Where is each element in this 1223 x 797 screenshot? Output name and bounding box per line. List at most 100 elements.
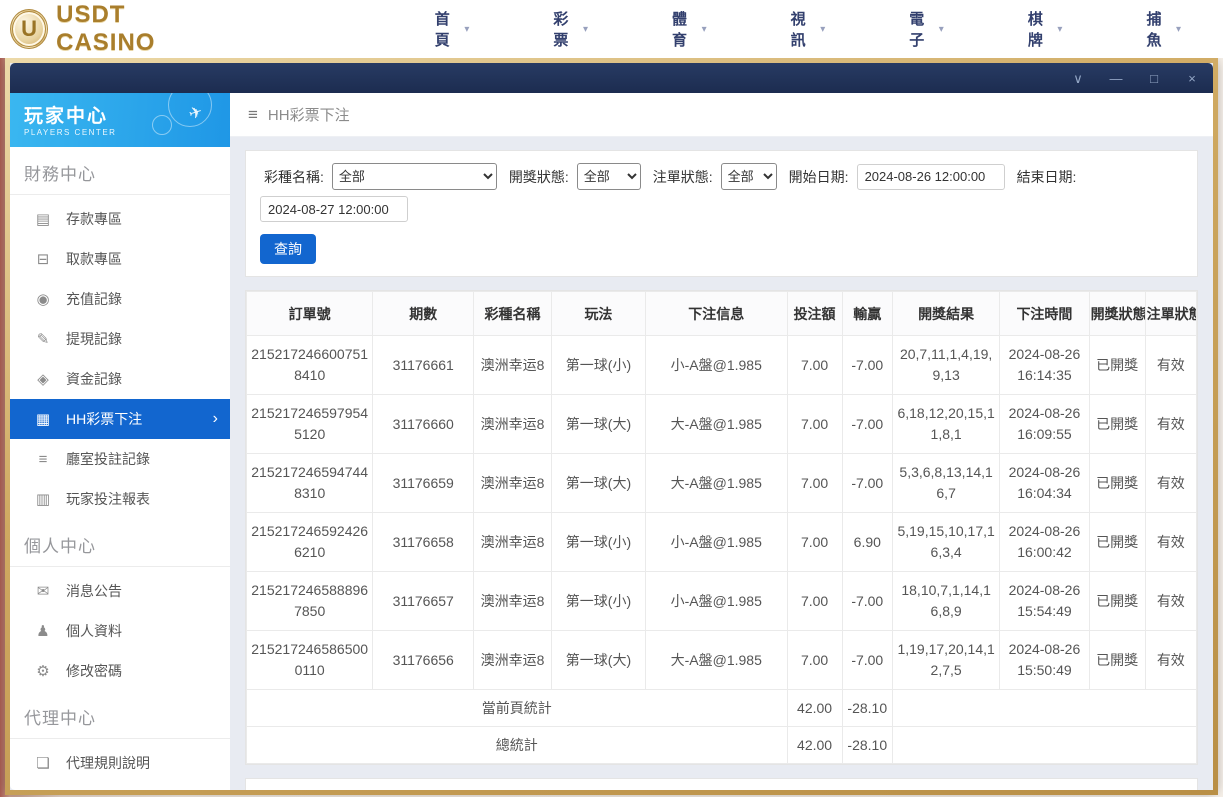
lottery-name-select[interactable]: 全部 (331, 163, 497, 190)
nav-item-label: 彩票 (553, 11, 569, 49)
sidebar-item-agent-rules[interactable]: ❏ 代理規則說明 (10, 743, 230, 783)
nav-item-5[interactable]: 電子 ▾ (867, 0, 986, 58)
start-date-label: 開始日期: (788, 168, 849, 185)
logo[interactable]: U USDT CASINO (10, 1, 223, 57)
first-page-link[interactable]: 首页 (907, 791, 935, 795)
cell-bet-info: 大-A盤@1.985 (644, 394, 788, 454)
nav-item-7[interactable]: 捕魚 ▾ (1104, 0, 1223, 58)
sidebar-section-label: 財務中心 (10, 147, 230, 195)
nav-item-label: 視訊 (790, 11, 806, 49)
sidebar-header: 玩家中心 PLAYERS CENTER ✈ (10, 93, 230, 147)
goto-page-input[interactable] (1095, 791, 1123, 795)
cell-play-type: 第一球(小) (550, 512, 646, 572)
end-date-input[interactable] (260, 196, 408, 222)
cell-order-no: 2152172465979545120 (245, 394, 374, 454)
chevron-down-icon: ▾ (1176, 23, 1182, 35)
cell-draw-result: 20,7,11,1,4,19,9,13 (891, 335, 1001, 395)
sidebar-item-label: 充值記錄 (66, 291, 122, 307)
logo-icon: U (10, 9, 49, 49)
draw-status-label: 開獎狀態: (508, 168, 569, 185)
logo-text: USDT CASINO (56, 1, 156, 56)
nav-item-label: 體育 (672, 11, 688, 49)
app-window: ∨ — □ × 玩家中心 PLAYERS CENTER ✈ 財務中心 ▤ 存款專區 ⊟ 取款專… (5, 58, 1218, 795)
cell-order-status: 有效 (1144, 630, 1198, 690)
col-header-order-status: 注單狀態 (1144, 291, 1198, 336)
sidebar-item-label: 個人資料 (66, 623, 122, 639)
logo-monogram: U (21, 16, 37, 41)
summary-label: 當前頁統計 (246, 689, 788, 727)
filter-panel: 彩種名稱: 全部 開獎狀態: 全部 注單狀態: 全部 開始日期: 2024-08… (245, 150, 1198, 277)
chevron-down-icon: ▾ (820, 23, 826, 35)
summary-empty-cell (891, 689, 1198, 727)
cell-bet-info: 小-A盤@1.985 (644, 512, 788, 572)
minimize-button[interactable]: — (1109, 72, 1123, 85)
cell-play-type: 第一球(大) (550, 394, 646, 454)
cell-win-loss: -7.00 (841, 630, 893, 690)
cell-period: 31176661 (372, 335, 475, 395)
maximize-button[interactable]: □ (1147, 72, 1161, 85)
menu-toggle-icon[interactable]: ≡ (248, 105, 258, 125)
sidebar-item-label: 存款專區 (66, 211, 122, 227)
next-page-link[interactable]: 下一页 (1021, 791, 1063, 795)
sidebar-item-hh-lottery-bets[interactable]: ▦ HH彩票下注 › (10, 399, 230, 439)
bets-table: 訂單號期數彩種名稱玩法下注信息投注額輸贏開獎結果下注時間開獎狀態注單狀態 215… (245, 291, 1198, 764)
sidebar-item-hall-bet-records[interactable]: ≡ 廳室投註記錄 (10, 439, 230, 479)
pagination: 共6条 首页 上一页 1 下一页 第 页 跳转 (862, 791, 1183, 795)
col-header-play-type: 玩法 (550, 291, 646, 336)
table-row: 2152172465979545120 31176660 澳洲幸运8 第一球(大) 大-… (245, 394, 1198, 454)
nav-item-6[interactable]: 棋牌 ▾ (986, 0, 1105, 58)
lottery-name-label: 彩種名稱: (264, 168, 324, 185)
sidebar-menu: 財務中心 ▤ 存款專區 ⊟ 取款專區 ◉ 充值記錄 ✎ 提現記錄 ◈ 資金記錄 ▦ HH彩票下注 › ≡ 廳室… (10, 147, 230, 783)
sidebar-item-player-bet-report[interactable]: ▥ 玩家投注報表 (10, 479, 230, 519)
nav-item-3[interactable]: 體育 ▾ (630, 0, 749, 58)
sidebar-item-label: HH彩票下注 (66, 411, 143, 427)
cell-bet-info: 大-A盤@1.985 (644, 630, 788, 690)
collapse-button[interactable]: ∨ (1071, 72, 1085, 85)
cell-order-no: 2152172465888967850 (245, 571, 374, 631)
person-icon: ♟ (36, 623, 50, 640)
search-button[interactable]: 查詢 (260, 234, 316, 264)
goto-jump-link[interactable]: 跳转 (1155, 791, 1183, 795)
nav-item-2[interactable]: 彩票 ▾ (511, 0, 630, 58)
nav-item-1[interactable]: 首頁 ▾ (393, 0, 512, 58)
goto-suffix-label: 页 (1132, 791, 1146, 795)
sidebar-item-announcements[interactable]: ✉ 消息公告 (10, 571, 230, 611)
close-button[interactable]: × (1185, 72, 1199, 85)
main-nav: 首頁 ▾ 彩票 ▾ 體育 ▾ 視訊 ▾ 電子 ▾ 棋牌 ▾ 捕魚 ▾ (393, 0, 1223, 58)
sidebar-subtitle: PLAYERS CENTER (24, 128, 117, 137)
cell-bet-amount: 7.00 (786, 335, 843, 395)
document-icon: ❏ (36, 755, 50, 772)
sidebar-item-profile[interactable]: ♟ 個人資料 (10, 611, 230, 651)
sidebar-item-withdrawal-records[interactable]: ✎ 提現記錄 (10, 319, 230, 359)
col-header-lottery-name: 彩種名稱 (473, 291, 552, 336)
cell-draw-status: 已開獎 (1088, 394, 1146, 454)
order-status-select[interactable]: 全部 (720, 163, 777, 190)
sidebar-item-withdraw[interactable]: ⊟ 取款專區 (10, 239, 230, 279)
lottery-bets-icon: ▦ (35, 411, 51, 428)
cell-win-loss: -7.00 (841, 571, 893, 631)
gear-icon: ⚙ (36, 663, 50, 680)
cell-bet-time: 2024-08-26 16:09:55 (999, 394, 1090, 454)
sidebar-item-deposit[interactable]: ▤ 存款專區 (10, 199, 230, 239)
sidebar-item-change-password[interactable]: ⚙ 修改密碼 (10, 651, 230, 691)
funds-records-icon: ◈ (37, 371, 49, 388)
summary-bet-total: 42.00 (786, 689, 843, 727)
nav-item-4[interactable]: 視訊 ▾ (749, 0, 868, 58)
draw-status-select[interactable]: 全部 (576, 163, 641, 190)
cell-order-no: 2152172465865000110 (245, 630, 374, 690)
start-date-input[interactable] (856, 163, 1005, 190)
summary-winloss-total: -28.10 (841, 726, 893, 764)
prev-page-link[interactable]: 上一页 (944, 791, 986, 795)
chevron-down-icon: ▾ (464, 23, 470, 35)
screen: U USDT CASINO 首頁 ▾ 彩票 ▾ 體育 ▾ 視訊 ▾ 電子 ▾ 棋牌 ▾ 捕魚 ▾ ∨ — □ ×… (0, 0, 1223, 797)
cell-period: 31176659 (372, 453, 475, 513)
window-controls: ∨ — □ × (1071, 72, 1199, 85)
cell-bet-time: 2024-08-26 16:00:42 (999, 512, 1090, 572)
cell-bet-amount: 7.00 (786, 512, 843, 572)
sidebar-item-funds-records[interactable]: ◈ 資金記錄 (10, 359, 230, 399)
table-footer: 每頁顯示20條 共6条 首页 上一页 1 下一页 第 页 跳转 (245, 778, 1198, 795)
total-count: 共6条 (862, 791, 898, 795)
sidebar-item-label: 廳室投註記錄 (66, 451, 150, 467)
cell-lottery-name: 澳洲幸运8 (473, 453, 552, 513)
sidebar-item-recharge-records[interactable]: ◉ 充值記錄 (10, 279, 230, 319)
